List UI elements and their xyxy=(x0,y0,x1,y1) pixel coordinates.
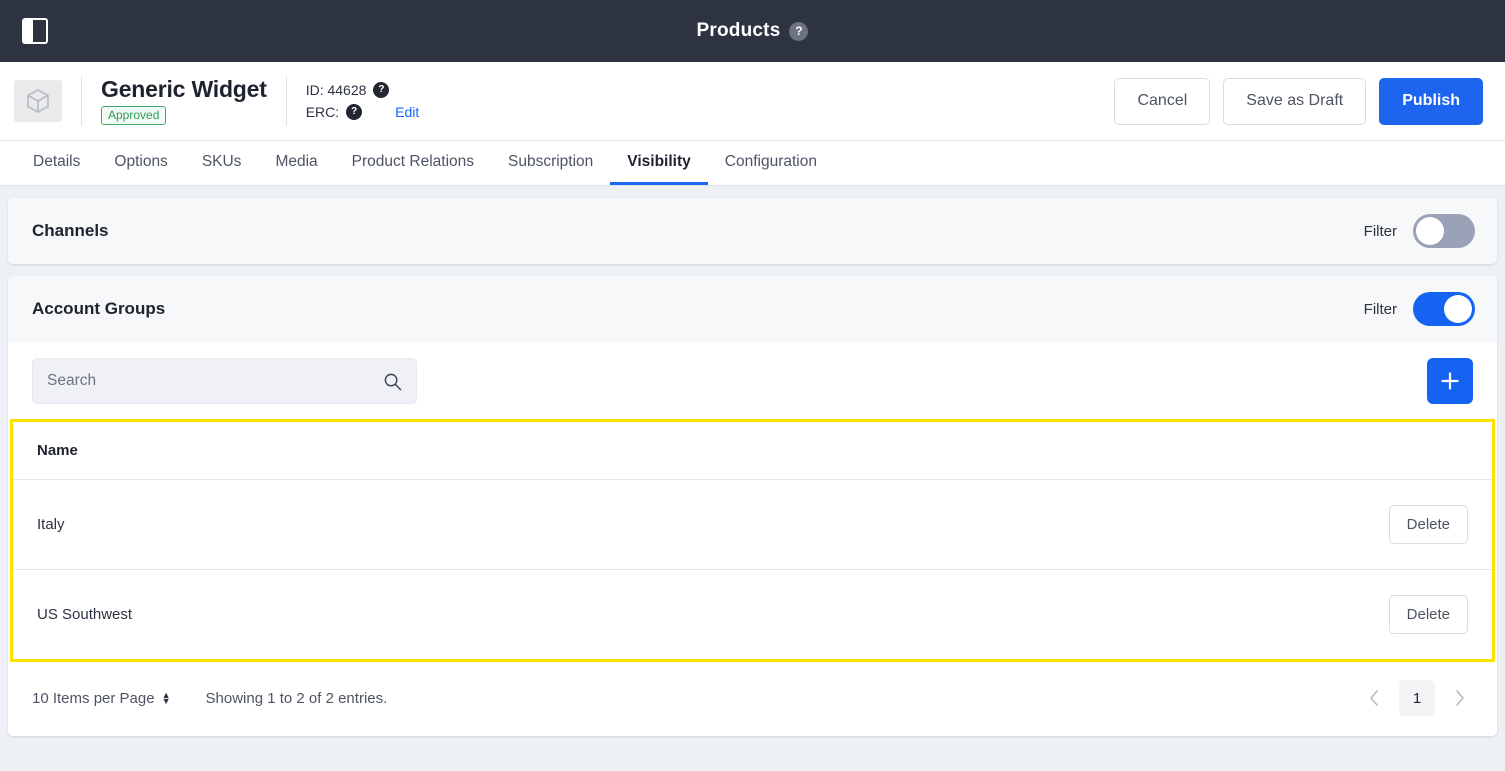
items-per-page-label: 10 Items per Page xyxy=(32,689,155,707)
channels-filter-toggle[interactable] xyxy=(1413,214,1475,248)
pagination: 1 xyxy=(1359,680,1475,716)
chevron-right-glyph xyxy=(1456,690,1464,706)
account-groups-table: Name Italy Delete US Southwest Delete xyxy=(13,422,1492,659)
chevron-left-icon[interactable] xyxy=(1359,683,1389,713)
account-groups-filter-group: Filter xyxy=(1364,292,1475,326)
save-as-draft-button[interactable]: Save as Draft xyxy=(1223,77,1367,125)
account-groups-toggle-knob xyxy=(1444,295,1472,323)
table-header-row: Name xyxy=(13,422,1492,480)
add-account-group-button[interactable] xyxy=(1427,358,1473,404)
cancel-button[interactable]: Cancel xyxy=(1114,77,1211,125)
product-header: Generic Widget Approved ID: 44628 ? ERC:… xyxy=(0,62,1505,141)
account-groups-title: Account Groups xyxy=(32,299,166,318)
header-actions: Cancel Save as Draft Publish xyxy=(1114,77,1483,125)
plus-icon xyxy=(1441,372,1459,390)
package-box-icon xyxy=(27,89,49,113)
table-head: Name xyxy=(13,422,1492,480)
tab-options[interactable]: Options xyxy=(97,141,184,185)
account-groups-card: Account Groups Filter Search Name Italy … xyxy=(8,276,1497,736)
page-title-text: Products xyxy=(696,20,781,41)
publish-button[interactable]: Publish xyxy=(1379,77,1483,125)
channels-card-header: Channels Filter xyxy=(8,198,1497,264)
account-groups-table-highlight: Name Italy Delete US Southwest Delete xyxy=(10,419,1495,662)
account-groups-card-header: Account Groups Filter xyxy=(8,276,1497,342)
account-groups-filter-label: Filter xyxy=(1363,300,1397,318)
product-erc-label: ERC: xyxy=(305,104,340,120)
tab-visibility[interactable]: Visibility xyxy=(610,141,708,185)
product-id-help-icon[interactable]: ? xyxy=(373,82,390,98)
tab-details[interactable]: Details xyxy=(16,141,97,185)
search-input[interactable] xyxy=(47,372,383,390)
search-icon[interactable] xyxy=(383,372,402,391)
stepper-down-icon: ▼ xyxy=(161,696,171,706)
table-row: US Southwest Delete xyxy=(13,570,1492,660)
items-per-page-select[interactable]: 10 Items per Page ▲ ▼ xyxy=(32,690,171,707)
header-divider-2 xyxy=(285,76,287,126)
search-field[interactable] xyxy=(32,358,417,404)
sidebar-toggle-pane-left xyxy=(24,20,33,42)
chevron-left-glyph xyxy=(1370,690,1378,706)
main-content: Channels Filter Account Groups Filter Se… xyxy=(0,186,1505,760)
product-name: Generic Widget xyxy=(101,75,267,102)
tab-product-relations[interactable]: Product Relations xyxy=(335,141,491,185)
delete-button[interactable]: Delete xyxy=(1388,505,1468,544)
cell-name: Italy xyxy=(13,479,796,570)
product-meta: ID: 44628 ? ERC: ? Edit xyxy=(305,82,420,120)
channels-filter-group: Filter xyxy=(1364,214,1475,248)
cell-name: US Southwest xyxy=(37,606,133,623)
status-badge: Approved xyxy=(101,106,167,126)
tab-bar: Details Options SKUs Media Product Relat… xyxy=(0,141,1505,186)
cell-actions: Delete xyxy=(795,570,1492,660)
product-id-row: ID: 44628 ? xyxy=(306,82,420,98)
product-thumbnail xyxy=(14,80,62,122)
stepper-arrows-icon[interactable]: ▲ ▼ xyxy=(161,691,171,706)
account-groups-toolbar xyxy=(8,342,1497,419)
delete-button[interactable]: Delete xyxy=(1388,595,1468,634)
top-bar: Products ? xyxy=(0,0,1505,62)
table-body: Italy Delete US Southwest Delete xyxy=(13,479,1492,660)
product-title-block: Generic Widget Approved xyxy=(101,75,267,126)
tab-subscription[interactable]: Subscription xyxy=(491,141,610,185)
channels-toggle-knob xyxy=(1416,217,1444,245)
page-number-1[interactable]: 1 xyxy=(1399,680,1435,716)
product-erc-help-icon[interactable]: ? xyxy=(346,104,363,120)
product-id-label: ID: 44628 xyxy=(305,82,367,98)
tab-skus[interactable]: SKUs xyxy=(185,141,259,185)
page-title: Products ? xyxy=(0,20,1505,42)
column-header-name: Name xyxy=(13,422,796,480)
column-header-actions xyxy=(795,422,1492,480)
chevron-right-icon[interactable] xyxy=(1445,683,1475,713)
channels-title: Channels xyxy=(32,221,109,240)
account-groups-body: Name Italy Delete US Southwest xyxy=(8,342,1497,736)
channels-card: Channels Filter xyxy=(8,198,1497,264)
edit-link[interactable]: Edit xyxy=(395,104,419,120)
sidebar-toggle-pane-right xyxy=(33,20,46,42)
account-groups-filter-toggle[interactable] xyxy=(1413,292,1475,326)
product-erc-row: ERC: ? Edit xyxy=(305,104,419,120)
header-divider-1 xyxy=(81,76,82,126)
showing-entries-text: Showing 1 to 2 of 2 entries. xyxy=(205,689,388,707)
tab-media[interactable]: Media xyxy=(258,141,334,185)
cell-actions: Delete xyxy=(795,479,1492,570)
channels-filter-label: Filter xyxy=(1363,222,1397,240)
tab-configuration[interactable]: Configuration xyxy=(708,141,834,185)
sidebar-toggle-icon[interactable] xyxy=(22,18,48,44)
table-footer: 10 Items per Page ▲ ▼ Showing 1 to 2 of … xyxy=(8,662,1497,736)
table-row: Italy Delete xyxy=(13,479,1492,570)
help-circle-icon[interactable]: ? xyxy=(789,21,809,41)
